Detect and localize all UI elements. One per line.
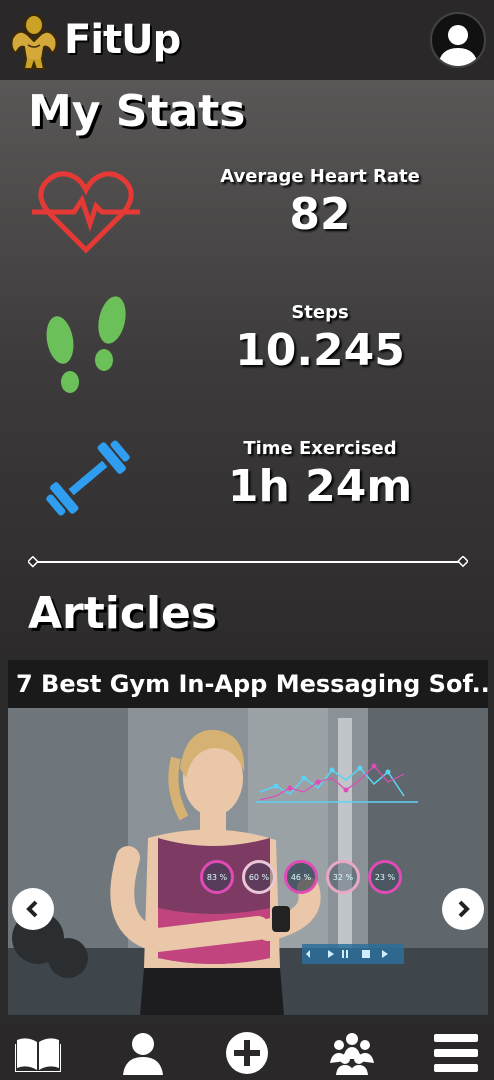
book-icon — [15, 1038, 61, 1072]
app-header: FitUp — [0, 0, 494, 80]
overlay-percent: 32 % — [332, 872, 354, 882]
nav-articles-button[interactable] — [12, 1028, 64, 1078]
menu-icon — [434, 1034, 478, 1072]
stat-value: 1h 24m — [227, 461, 413, 512]
stat-label: Time Exercised — [243, 438, 397, 459]
overlay-ring: 23 % — [368, 860, 402, 894]
nav-menu-button[interactable] — [430, 1028, 482, 1078]
stat-heart-rate: Average Heart Rate 82 — [0, 160, 494, 280]
overlay-ring: 32 % — [326, 860, 360, 894]
stat-label: Average Heart Rate — [220, 166, 420, 187]
article-photo — [8, 708, 488, 1015]
overlay-ring: 46 % — [284, 860, 318, 894]
footsteps-icon — [46, 296, 126, 393]
overlay-percent: 60 % — [248, 872, 270, 882]
stat-time-exercised: Time Exercised 1h 24m — [0, 432, 494, 552]
article-image[interactable]: 83 % 60 % 46 % 32 % 23 % — [8, 708, 488, 1015]
nav-profile-button[interactable] — [117, 1028, 169, 1078]
dumbbell-icon — [46, 440, 130, 516]
stat-label: Steps — [291, 302, 349, 323]
stat-steps-text: Steps 10.245 — [200, 302, 440, 376]
stat-time-text: Time Exercised 1h 24m — [200, 438, 440, 512]
bodybuilder-logo-icon — [10, 14, 58, 70]
heart-rate-icon — [32, 171, 140, 254]
chevron-left-icon — [26, 900, 38, 918]
overlay-percent: 83 % — [206, 872, 228, 882]
stats-title: My Stats — [28, 86, 246, 137]
profile-icon — [122, 1033, 163, 1075]
user-avatar[interactable] — [430, 12, 486, 68]
app-name: FitUp — [64, 17, 181, 63]
stat-value: 82 — [289, 189, 351, 240]
overlay-ring: 83 % — [200, 860, 234, 894]
nav-community-button[interactable] — [326, 1028, 378, 1078]
articles-title: Articles — [28, 588, 218, 639]
stat-value: 10.245 — [235, 325, 405, 376]
article-card[interactable]: 7 Best Gym In-App Messaging Sof... 83 % … — [8, 660, 488, 1015]
article-title[interactable]: 7 Best Gym In-App Messaging Sof... — [8, 660, 488, 708]
overlay-percent: 46 % — [290, 872, 312, 882]
section-divider — [28, 556, 468, 568]
stats-panel: My Stats Average Heart Rate 82 Steps 10.… — [0, 80, 494, 660]
nav-add-button[interactable] — [221, 1028, 273, 1078]
carousel-next-button[interactable] — [442, 888, 484, 930]
stat-heart-rate-text: Average Heart Rate 82 — [200, 166, 440, 240]
bottom-nav — [0, 1026, 494, 1080]
chevron-right-icon — [458, 900, 470, 918]
stat-steps: Steps 10.245 — [0, 296, 494, 416]
overlay-ring: 60 % — [242, 860, 276, 894]
add-icon — [226, 1032, 268, 1074]
user-icon — [438, 25, 478, 66]
carousel-prev-button[interactable] — [12, 888, 54, 930]
overlay-percent: 23 % — [374, 872, 396, 882]
brand[interactable]: FitUp — [8, 9, 181, 71]
community-icon — [329, 1033, 374, 1075]
